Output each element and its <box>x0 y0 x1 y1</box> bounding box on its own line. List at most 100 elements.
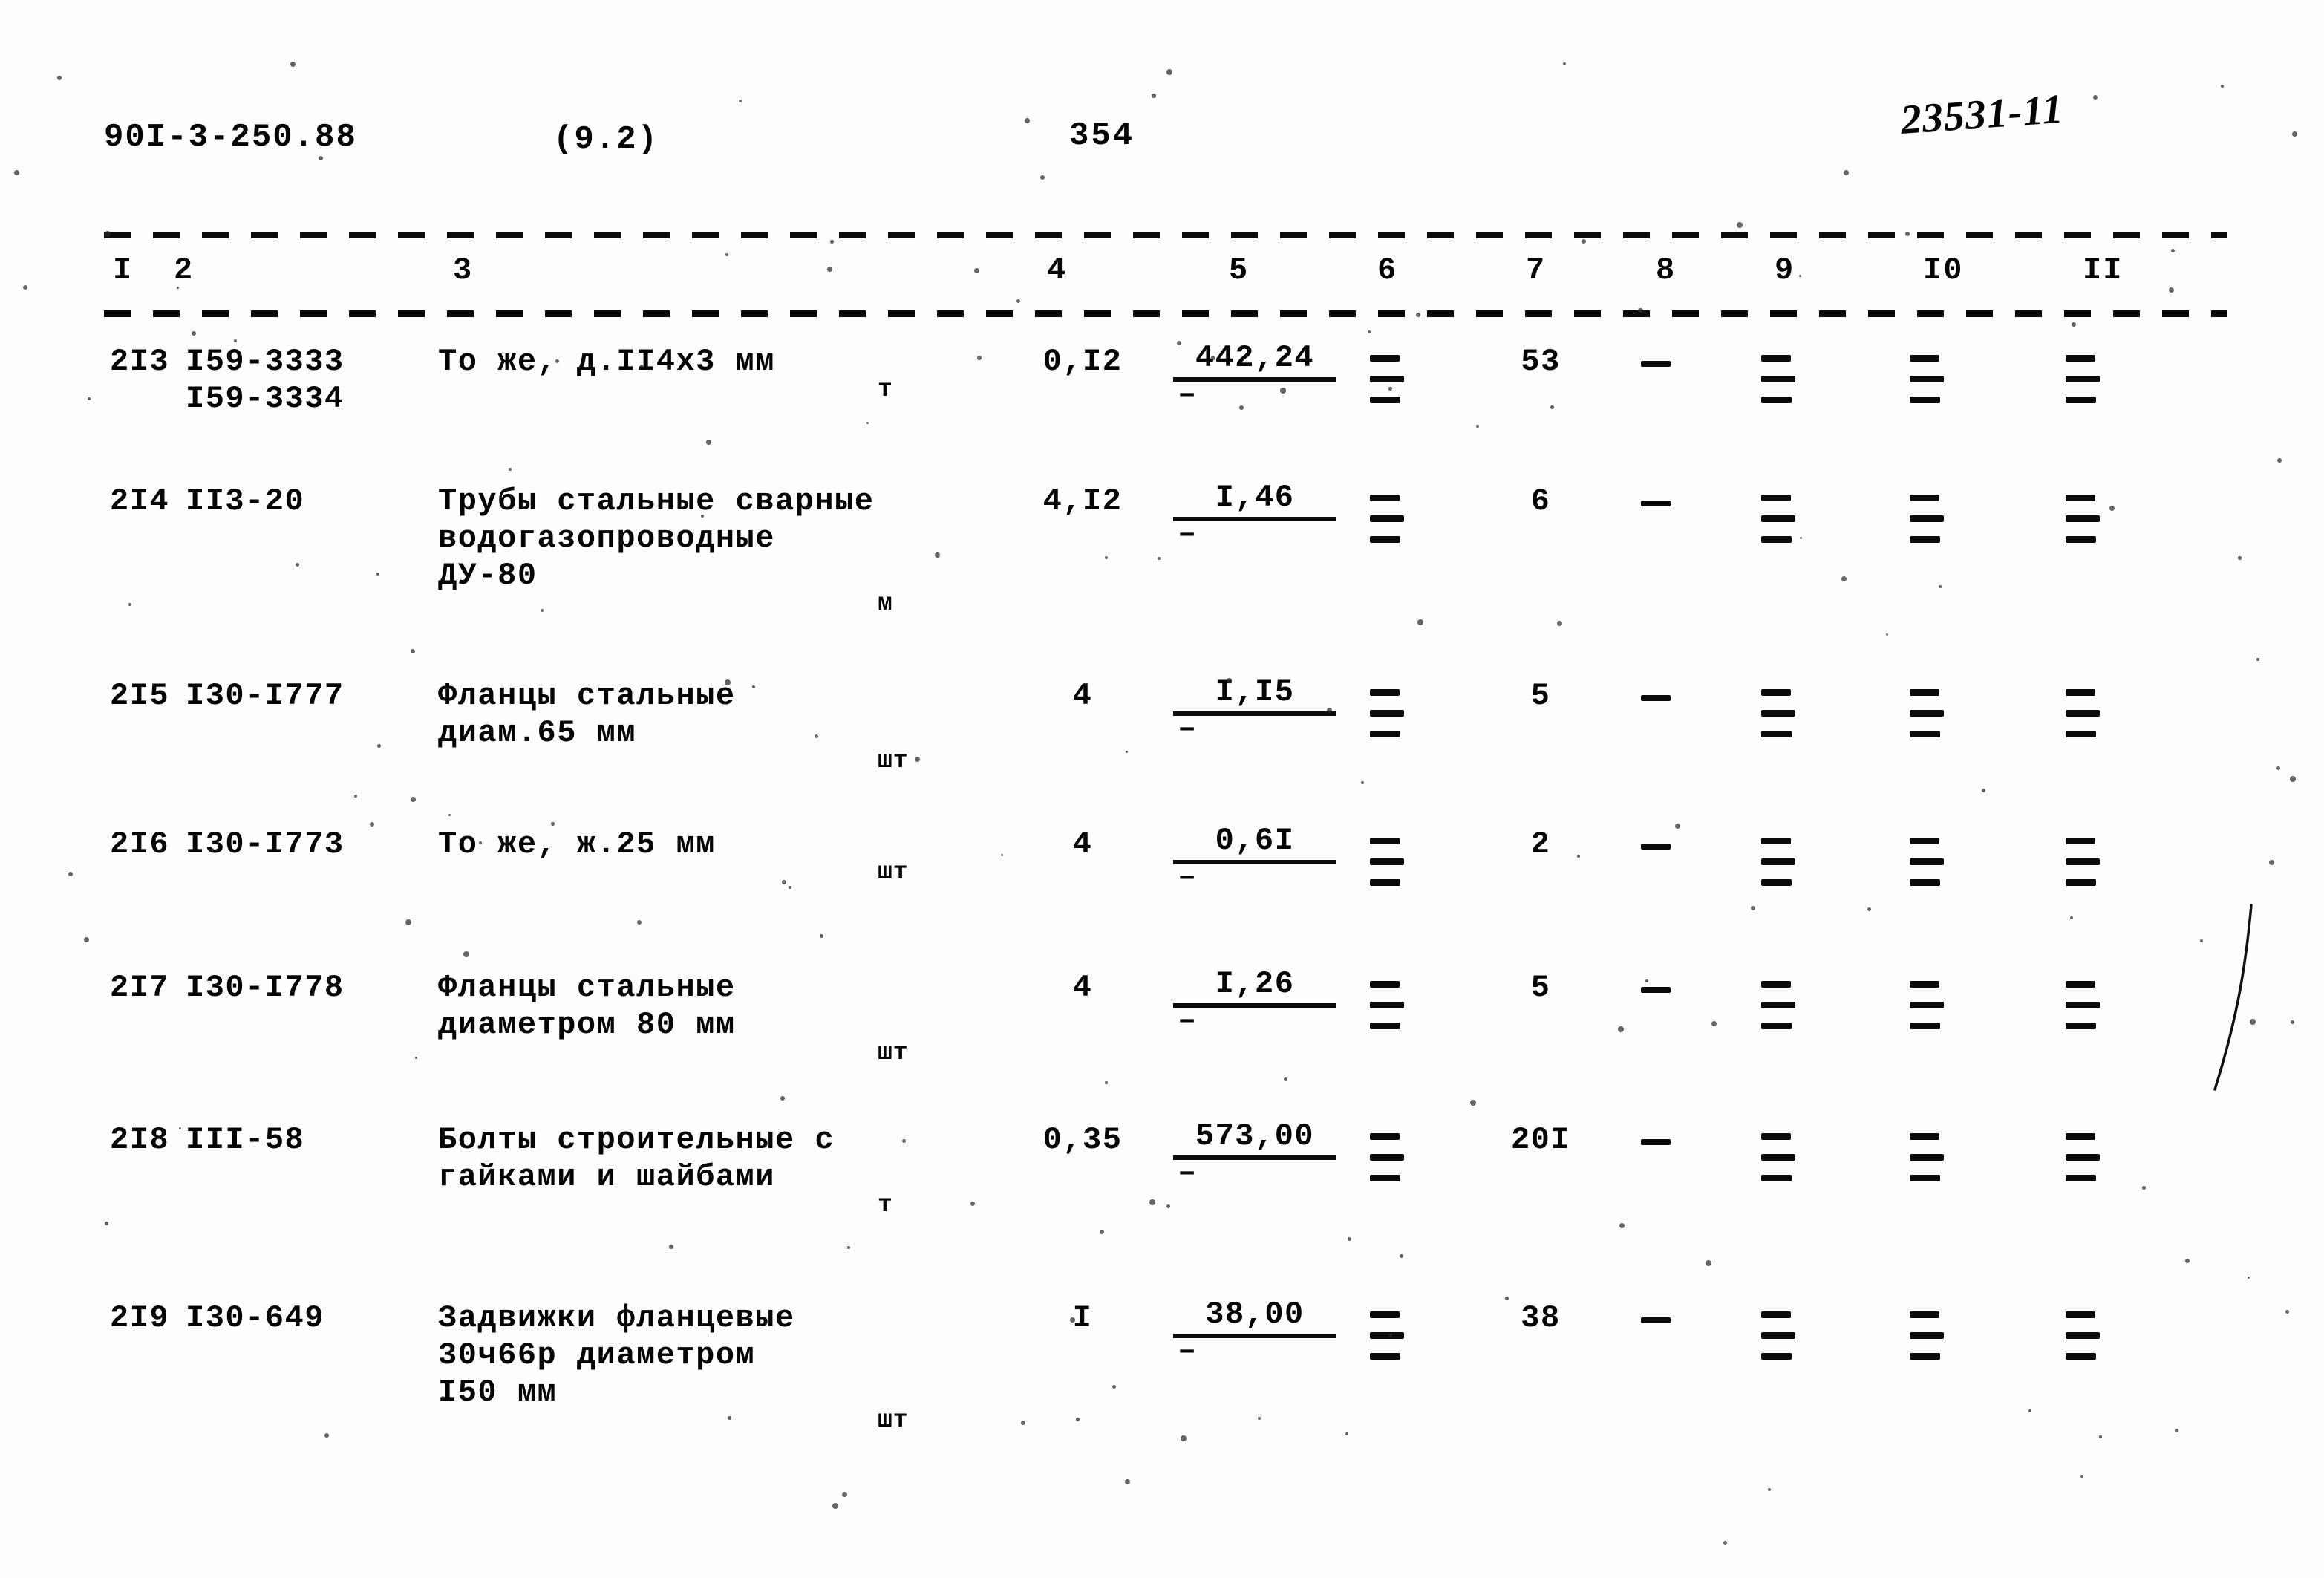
scan-speck <box>319 156 324 161</box>
row-item-number: 2I8 <box>110 1122 170 1158</box>
scan-speck <box>68 872 73 876</box>
scan-speck <box>2291 1020 2295 1025</box>
row-col10-ditto-mark <box>1910 981 1944 1043</box>
page-number: 354 <box>1069 117 1135 154</box>
scan-speck <box>1550 405 1554 409</box>
scan-speck <box>2109 506 2115 512</box>
scan-speck <box>2175 1429 2178 1432</box>
scan-speck <box>1112 1385 1117 1389</box>
scan-speck <box>1706 1260 1711 1266</box>
row-col9-ditto-mark <box>1761 838 1795 900</box>
row-item-number: 2I6 <box>110 827 170 862</box>
scan-speck <box>2221 85 2224 88</box>
row-col4-quantity: 0,35 <box>1042 1122 1123 1158</box>
row-col6-ditto-mark <box>1370 981 1404 1043</box>
scan-speck <box>915 757 921 763</box>
row-col5-fraction: 0,6I – <box>1173 823 1336 895</box>
scan-speck <box>1284 1077 1287 1081</box>
description-line: гайками и шайбами <box>438 1159 775 1195</box>
scan-speck <box>354 795 358 798</box>
scan-speck <box>88 397 91 400</box>
material-code-line: I30-I773 <box>186 827 345 862</box>
margin-pen-stroke <box>2213 904 2253 1091</box>
material-code-line: III-58 <box>186 1122 305 1158</box>
row-material-code: I59-3333 I59-3334 <box>186 343 345 417</box>
row-col8-dash-mark <box>1641 1139 1671 1145</box>
scan-speck <box>1799 275 1802 278</box>
scan-speck <box>2250 1019 2256 1025</box>
scan-speck <box>1557 621 1563 627</box>
scan-speck <box>2290 776 2296 782</box>
row-col6-ditto-mark <box>1370 355 1404 417</box>
row-col6-ditto-mark <box>1370 1133 1404 1196</box>
description-line: Трубы стальные сварные <box>438 483 875 519</box>
row-col7-count: 6 <box>1530 483 1551 519</box>
scan-speck <box>2171 249 2176 253</box>
row-col11-ditto-mark <box>2066 495 2100 557</box>
scan-speck <box>411 649 415 653</box>
scan-speck <box>463 951 469 957</box>
column-header-1: I <box>113 252 134 288</box>
scan-speck <box>415 1057 418 1060</box>
scan-speck <box>752 685 755 688</box>
scan-speck <box>1675 824 1681 829</box>
scan-speck <box>832 1503 838 1509</box>
scan-speck <box>815 734 818 738</box>
row-col11-ditto-mark <box>2066 1133 2100 1196</box>
scan-speck <box>830 240 834 244</box>
row-material-code: I30-I773 <box>186 826 345 863</box>
scan-speck <box>105 1222 108 1225</box>
scan-speck <box>1844 170 1850 176</box>
fraction-denominator: – <box>1178 1155 1198 1190</box>
fraction-numerator: 573,00 <box>1173 1118 1336 1160</box>
scan-speck <box>1417 619 1423 625</box>
row-col10-ditto-mark <box>1910 1311 1944 1374</box>
row-col7-count: 20I <box>1510 1122 1571 1158</box>
document-part: (9.2) <box>553 121 659 158</box>
row-unit: шт <box>878 747 909 775</box>
scan-speck <box>1470 1100 1476 1106</box>
row-col9-ditto-mark <box>1761 1133 1795 1196</box>
scan-speck <box>1618 1026 1624 1032</box>
scan-speck <box>1723 1541 1727 1545</box>
fraction-denominator: – <box>1178 859 1198 895</box>
scan-speck <box>2277 458 2282 463</box>
scan-speck <box>1389 1334 1392 1337</box>
row-item-number: 2I9 <box>110 1300 170 1336</box>
scan-speck <box>105 231 111 237</box>
scan-speck <box>640 365 643 368</box>
scan-speck <box>2269 860 2274 865</box>
row-material-code: I30-I777 <box>186 677 345 714</box>
scan-speck <box>1867 907 1872 912</box>
scan-speck <box>2099 1435 2102 1438</box>
scan-speck <box>1211 356 1215 360</box>
row-col4-quantity: 0,I2 <box>1042 344 1123 379</box>
row-col8-dash-mark <box>1641 844 1671 850</box>
scan-speck <box>2080 1475 2083 1478</box>
scan-speck <box>1345 1432 1348 1435</box>
scan-speck <box>827 267 832 272</box>
scan-speck <box>2256 658 2259 661</box>
scan-speck <box>974 268 980 274</box>
row-col7-count: 5 <box>1530 678 1551 714</box>
column-header-8: 8 <box>1656 252 1677 288</box>
row-item-number: 2I7 <box>110 970 170 1005</box>
fraction-numerator: I,I5 <box>1173 674 1336 716</box>
row-unit: м <box>878 590 893 617</box>
fraction-denominator: – <box>1178 516 1198 552</box>
scan-speck <box>1638 308 1643 313</box>
description-line: диаметром 80 мм <box>438 1007 736 1043</box>
row-col9-ditto-mark <box>1761 981 1795 1043</box>
column-header-3: 3 <box>453 252 474 288</box>
row-col6-ditto-mark <box>1370 838 1404 900</box>
row-col10-ditto-mark <box>1910 495 1944 557</box>
row-col7-count: 53 <box>1521 344 1561 379</box>
scan-speck <box>1476 425 1479 428</box>
scan-speck <box>1368 330 1371 334</box>
scan-speck <box>1737 222 1743 228</box>
row-item-number: 2I5 <box>110 678 170 714</box>
row-unit: шт <box>878 1406 909 1434</box>
handwritten-annotation: 23531-11 <box>1899 85 2066 143</box>
scan-speck <box>842 1492 847 1497</box>
scan-speck <box>290 62 296 67</box>
